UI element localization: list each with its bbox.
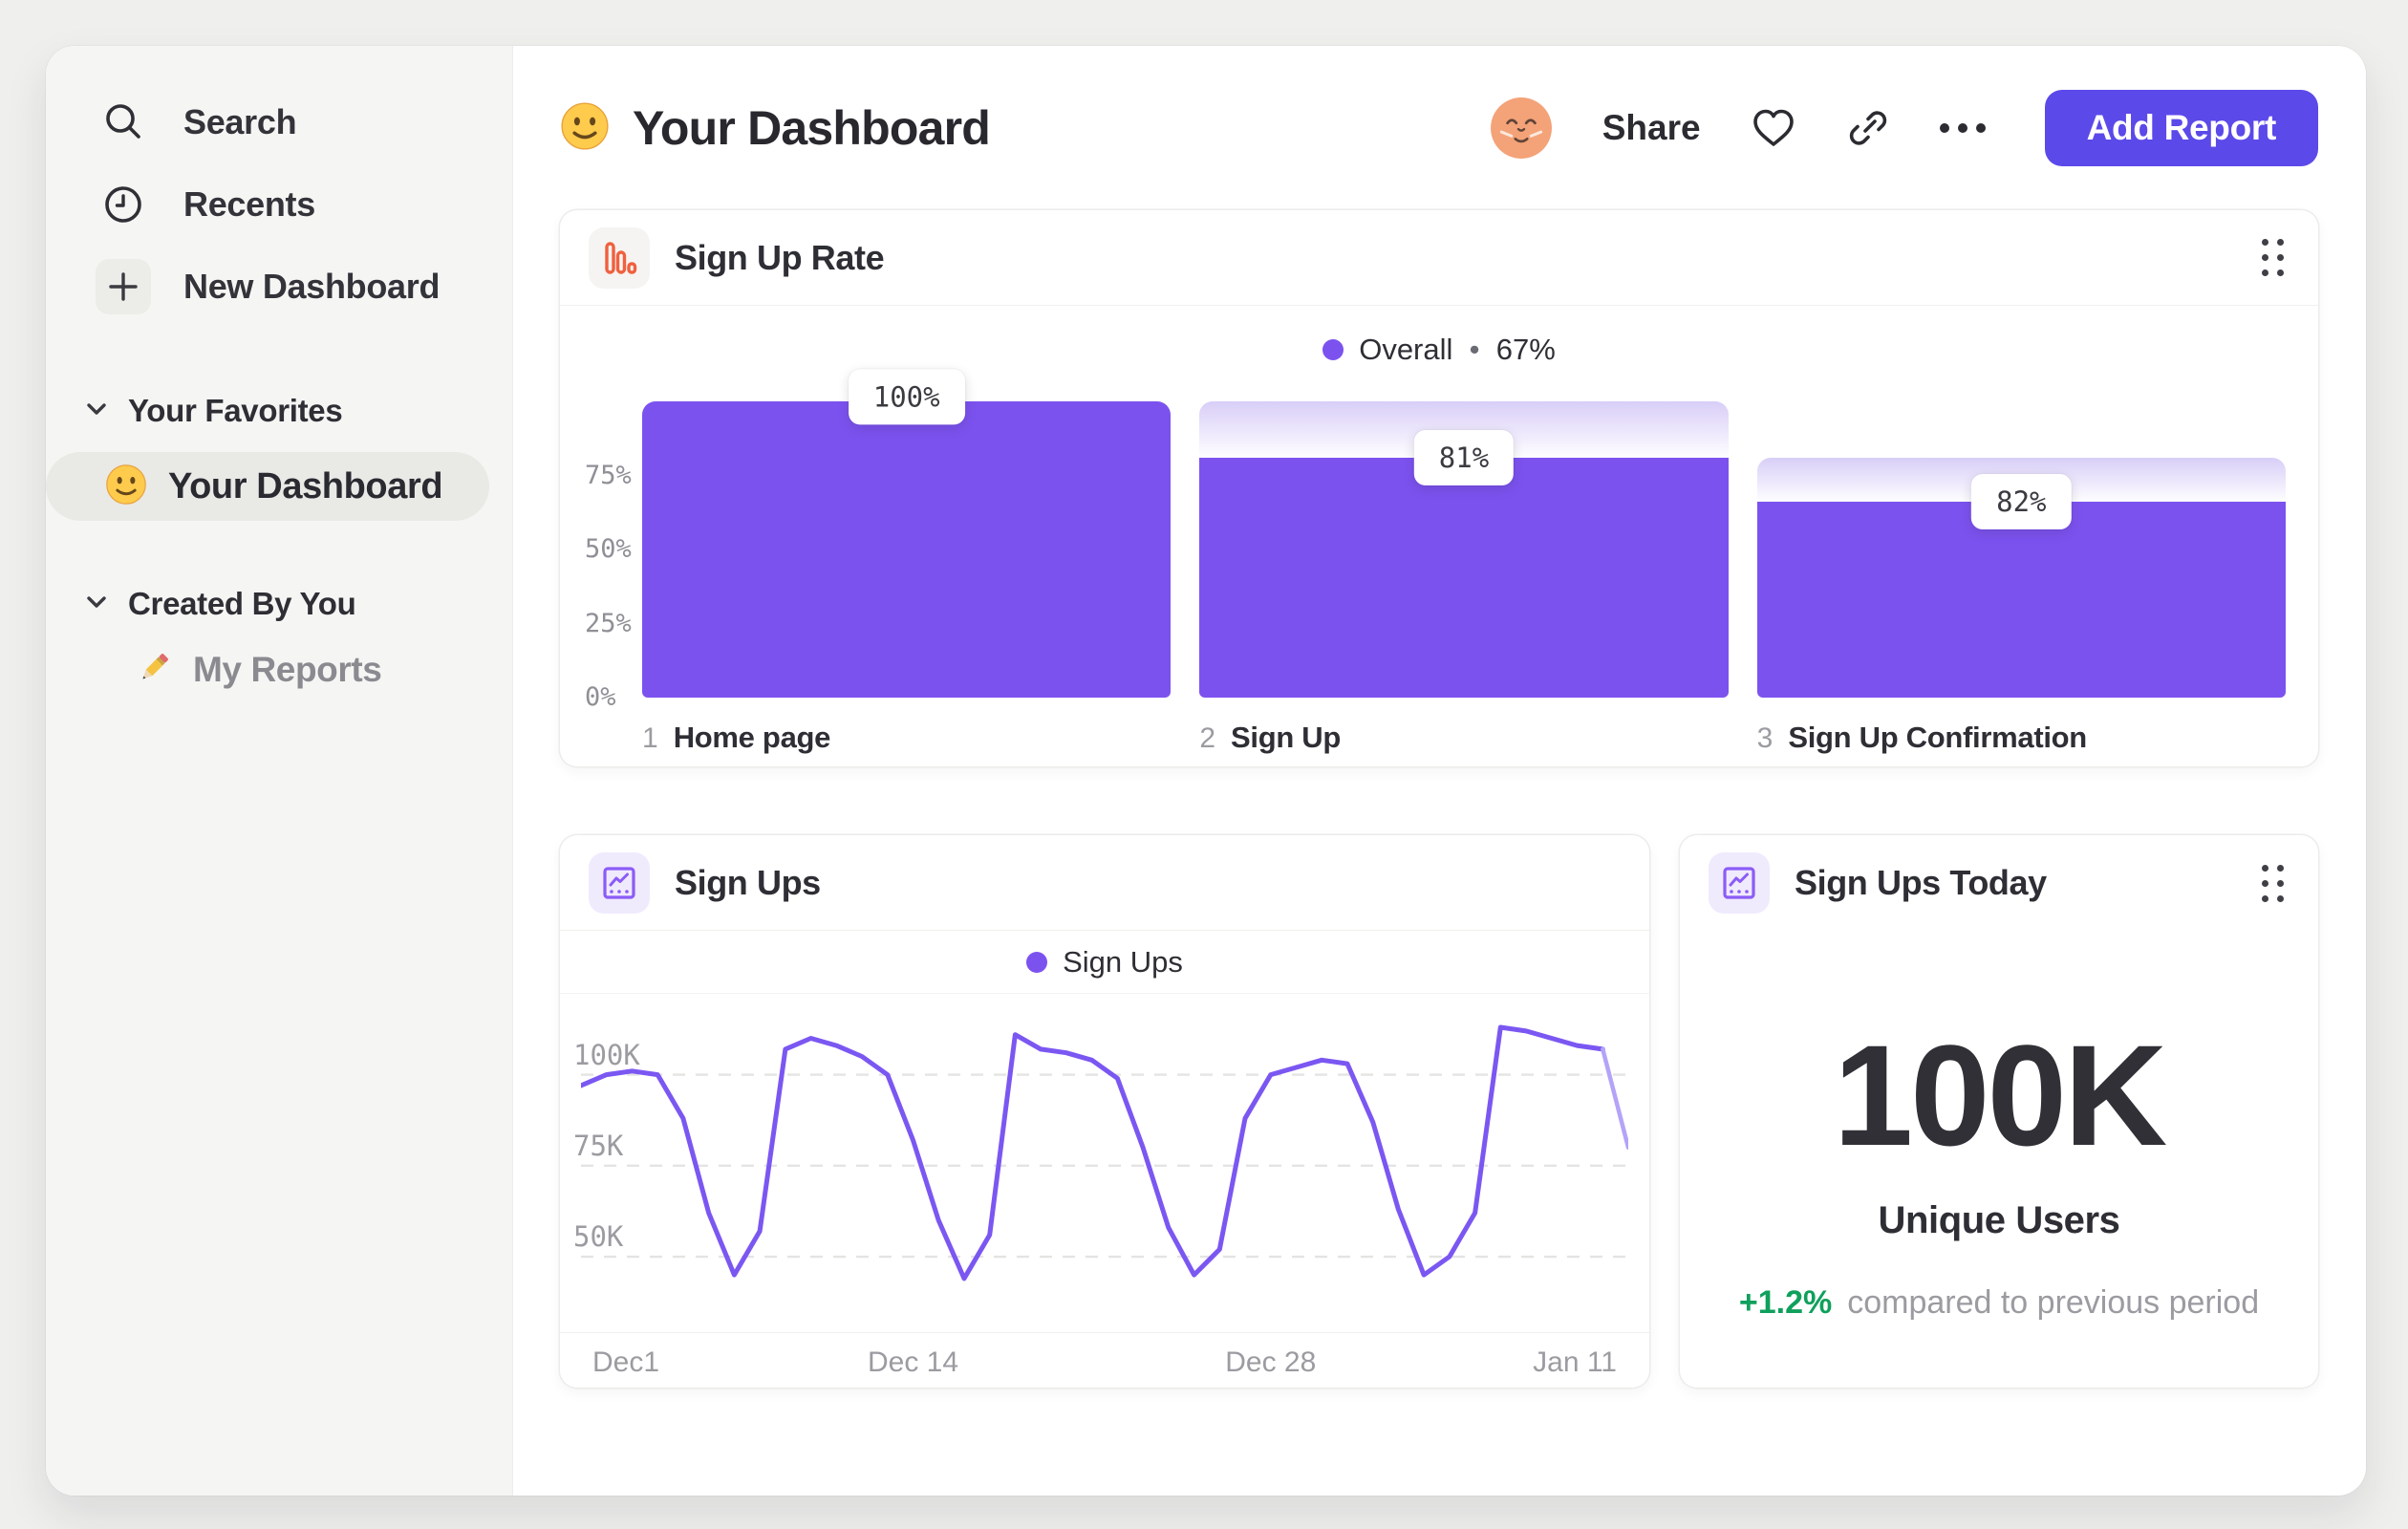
metric-value: 100K — [1833, 1015, 2168, 1175]
card-title: Sign Ups — [675, 862, 821, 902]
sign-ups-card: Sign Ups Sign Ups 100K 75K 50K Dec1 Dec 14 D… — [560, 835, 1649, 1388]
section-title: Created By You — [128, 586, 356, 621]
sidebar-item-new-dashboard[interactable]: New Dashboard — [73, 246, 485, 328]
funnel-value-label: 100% — [848, 369, 965, 425]
sidebar-item-my-reports[interactable]: My Reports — [73, 641, 485, 699]
line-chart-icon — [1709, 852, 1770, 914]
line-y-tick: 75K — [573, 1129, 624, 1162]
section-title: Your Favorites — [128, 393, 343, 428]
section-created-by-you[interactable]: Created By You — [73, 578, 485, 630]
funnel-step-labels: 1 Home page 2 Sign Up 3 Sign Up Confirmation — [642, 721, 2286, 755]
step-number: 2 — [1199, 722, 1216, 754]
sidebar-item-label: Recents — [183, 184, 315, 224]
sign-ups-today-card: Sign Ups Today 100K Unique Users +1.2% c… — [1680, 835, 2318, 1388]
chevron-down-icon — [86, 595, 107, 614]
pencil-emoji-icon — [134, 648, 174, 693]
avatar[interactable] — [1490, 97, 1553, 160]
card-header: Sign Ups — [560, 835, 1649, 931]
funnel-y-tick: 50% — [585, 534, 632, 564]
funnel-bar[interactable]: 82% — [1756, 401, 2286, 698]
step-name: Sign Up Confirmation — [1788, 721, 2087, 754]
step-number: 1 — [642, 722, 658, 754]
page-header: Your Dashboard Share Add Report — [560, 46, 2318, 210]
card-header: Sign Ups Today — [1680, 835, 2318, 931]
line-y-tick: 50K — [573, 1220, 624, 1254]
line-x-tick: Dec 28 — [1225, 1346, 1317, 1378]
sidebar-item-label: Search — [183, 102, 297, 141]
sign-up-rate-card: Sign Up Rate Overall • 67% 75% 50% 25% 0% 1… — [560, 210, 2318, 766]
funnel-y-tick: 25% — [585, 608, 632, 638]
sidebar: Search Recents New Dashboard Your Favori… — [46, 46, 513, 1496]
sidebar-item-label: Your Dashboard — [168, 465, 443, 506]
funnel-value-label: 81% — [1413, 429, 1515, 485]
funnel-bar[interactable]: 81% — [1199, 401, 1729, 698]
line-x-axis: Dec1 Dec 14 Dec 28 Jan 11 — [560, 1332, 1649, 1388]
step-name: Home page — [673, 721, 831, 754]
funnel-y-tick: 0% — [585, 682, 616, 712]
add-report-button[interactable]: Add Report — [2044, 90, 2318, 166]
funnel-step-label: 3 Sign Up Confirmation — [1757, 721, 2286, 755]
clock-icon — [96, 177, 151, 232]
step-name: Sign Up — [1231, 721, 1342, 754]
drag-handle-icon[interactable] — [2256, 233, 2290, 282]
card-header: Sign Up Rate — [560, 210, 2318, 306]
line-chart-icon — [589, 851, 650, 914]
sidebar-item-search[interactable]: Search — [73, 81, 485, 163]
funnel-y-tick: 75% — [585, 460, 632, 490]
funnel-bars: 100% 81% 82% — [642, 369, 2286, 698]
main-content: Your Dashboard Share Add Report Sign Up … — [513, 46, 2366, 1496]
plus-icon — [96, 259, 151, 314]
drag-handle-icon[interactable] — [2256, 859, 2290, 908]
funnel-bar-fill — [1756, 502, 2286, 698]
line-y-tick: 100K — [573, 1038, 640, 1071]
funnel-step-label: 2 Sign Up — [1199, 721, 1728, 755]
funnel-bar-fill — [1199, 457, 1729, 698]
chevron-down-icon — [86, 402, 107, 420]
line-x-tick: Jan 11 — [1533, 1346, 1617, 1378]
heart-icon[interactable] — [1751, 107, 1796, 149]
bar-chart-icon — [589, 226, 650, 289]
link-icon[interactable] — [1846, 106, 1890, 150]
metric-label: Unique Users — [1878, 1199, 2120, 1241]
sidebar-item-recents[interactable]: Recents — [73, 163, 485, 246]
more-options-icon[interactable] — [1939, 123, 1986, 133]
line-x-tick: Dec1 — [592, 1346, 660, 1378]
sidebar-item-label: New Dashboard — [183, 267, 441, 306]
app-window: Search Recents New Dashboard Your Favori… — [46, 46, 2366, 1496]
metric-change: +1.2% compared to previous period — [1680, 1284, 2318, 1322]
sidebar-item-label: My Reports — [193, 650, 382, 689]
funnel-bar-fill — [642, 401, 1172, 698]
funnel-legend: Overall • 67% — [560, 333, 2318, 367]
funnel-step-label: 1 Home page — [642, 721, 1171, 755]
change-percent: +1.2% — [1738, 1284, 1833, 1321]
share-button[interactable]: Share — [1602, 108, 1701, 148]
change-note: compared to previous period — [1847, 1284, 2260, 1321]
legend-dot — [1322, 339, 1344, 360]
funnel-chart: 75% 50% 25% 0% 100% 81% 82% — [585, 369, 2286, 713]
card-title: Sign Ups Today — [1795, 863, 2047, 902]
search-icon — [96, 95, 151, 150]
funnel-y-axis: 75% 50% 25% 0% — [585, 401, 642, 713]
funnel-value-label: 82% — [1971, 474, 2072, 530]
section-your-favorites[interactable]: Your Favorites — [73, 385, 485, 437]
smiley-emoji-icon — [105, 463, 147, 510]
step-number: 3 — [1756, 722, 1774, 754]
line-series — [581, 1024, 1605, 1281]
line-legend: Sign Ups — [560, 931, 1649, 994]
legend-dot — [1026, 951, 1048, 973]
smiley-emoji-icon — [560, 101, 610, 156]
funnel-bar[interactable]: 100% — [642, 369, 1172, 698]
page-title: Your Dashboard — [633, 101, 991, 155]
sidebar-item-your-dashboard[interactable]: Your Dashboard — [46, 452, 489, 521]
line-chart-svg — [581, 1024, 1628, 1281]
line-x-tick: Dec 14 — [867, 1346, 959, 1378]
card-title: Sign Up Rate — [675, 237, 885, 277]
line-series-incomplete-tail — [1601, 1046, 1628, 1151]
line-chart: 100K 75K 50K — [573, 1009, 1628, 1315]
